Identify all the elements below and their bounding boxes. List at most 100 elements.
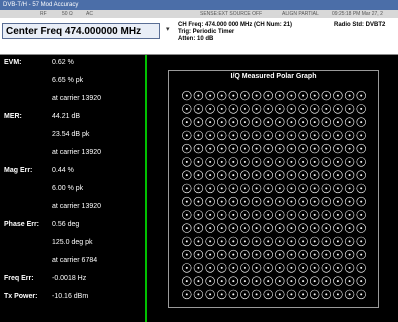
constellation-point xyxy=(267,160,270,163)
constellation-point xyxy=(267,240,270,243)
constellation-point xyxy=(360,240,363,243)
constellation-point xyxy=(209,293,212,296)
constellation-point xyxy=(220,134,223,137)
center-freq-field[interactable]: Center Freq 474.000000 MHz xyxy=(2,23,160,39)
constellation-point xyxy=(290,187,293,190)
constellation-point xyxy=(278,160,281,163)
constellation-point xyxy=(255,147,258,150)
constellation-point xyxy=(325,160,328,163)
constellation-point xyxy=(232,134,235,137)
status-rf: RF xyxy=(40,11,47,17)
constellation-point xyxy=(290,293,293,296)
status-datetime: 09:25:18 PM Mar 27, 2 xyxy=(332,11,383,17)
chevron-down-icon[interactable]: ▾ xyxy=(166,26,174,34)
metric-row: 125.0 deg pk xyxy=(0,236,145,250)
constellation-point xyxy=(243,280,246,283)
constellation-point xyxy=(348,107,351,110)
constellation-point xyxy=(185,213,188,216)
constellation-point xyxy=(255,187,258,190)
constellation-point xyxy=(290,107,293,110)
metrics-panel[interactable]: EVM: 0.62 % 6.65 % pk at carrier 13920 ME… xyxy=(0,55,147,322)
constellation-point xyxy=(255,134,258,137)
metric-value: 44.21 dB xyxy=(52,113,81,120)
constellation-point xyxy=(220,293,223,296)
constellation-point xyxy=(232,227,235,230)
polar-graph[interactable]: I/Q Measured Polar Graph xyxy=(168,70,379,308)
constellation-point xyxy=(302,94,305,97)
constellation-point xyxy=(348,240,351,243)
constellation-point xyxy=(325,94,328,97)
constellation-point xyxy=(232,121,235,124)
constellation-point xyxy=(348,174,351,177)
constellation-point xyxy=(290,121,293,124)
metric-value: at carrier 13920 xyxy=(52,149,102,156)
constellation-point xyxy=(255,94,258,97)
metric-row: EVM: 0.62 % xyxy=(0,56,145,70)
constellation-point xyxy=(278,187,281,190)
constellation-point xyxy=(360,213,363,216)
constellation-point xyxy=(197,174,200,177)
status-coupling: AC xyxy=(86,11,93,17)
constellation-point xyxy=(325,293,328,296)
constellation-point xyxy=(360,200,363,203)
constellation-point xyxy=(336,107,339,110)
constellation-point xyxy=(267,134,270,137)
metric-value: at carrier 6784 xyxy=(52,257,98,264)
graph-title: I/Q Measured Polar Graph xyxy=(230,73,317,80)
constellation-point xyxy=(302,227,305,230)
constellation-point xyxy=(197,147,200,150)
channel-info: CH Freq: 474.000 000 MHz (CH Num: 21) Tr… xyxy=(178,22,292,43)
constellation-point xyxy=(255,107,258,110)
constellation-point xyxy=(360,187,363,190)
constellation-point xyxy=(255,160,258,163)
metric-row: MER: 44.21 dB xyxy=(0,110,145,124)
constellation-point xyxy=(197,240,200,243)
constellation-point xyxy=(209,94,212,97)
constellation-point xyxy=(325,240,328,243)
metric-row: at carrier 13920 xyxy=(0,200,145,214)
metric-row: at carrier 13920 xyxy=(0,146,145,160)
constellation-point xyxy=(313,94,316,97)
constellation-point xyxy=(255,121,258,124)
constellation-point xyxy=(267,280,270,283)
constellation-point xyxy=(336,174,339,177)
constellation-point xyxy=(232,174,235,177)
iq-constellation-plot[interactable] xyxy=(181,89,367,301)
constellation-point xyxy=(313,134,316,137)
constellation-point xyxy=(243,293,246,296)
constellation-point xyxy=(348,280,351,283)
constellation-point xyxy=(302,253,305,256)
constellation-point xyxy=(360,160,363,163)
constellation-point xyxy=(290,213,293,216)
constellation-point xyxy=(336,213,339,216)
constellation-point xyxy=(302,107,305,110)
constellation-point xyxy=(278,213,281,216)
metric-row: at carrier 6784 xyxy=(0,254,145,268)
constellation-point xyxy=(348,147,351,150)
constellation-point xyxy=(185,121,188,124)
constellation-point xyxy=(209,280,212,283)
constellation-point xyxy=(209,107,212,110)
constellation-point xyxy=(348,187,351,190)
constellation-point xyxy=(267,94,270,97)
constellation-point xyxy=(360,174,363,177)
polar-graph-window[interactable]: I/Q Measured Polar Graph xyxy=(148,55,398,322)
constellation-point xyxy=(336,147,339,150)
constellation-point xyxy=(278,174,281,177)
status-align: ALIGN PARTIAL xyxy=(282,11,319,17)
constellation-point xyxy=(278,121,281,124)
constellation-point xyxy=(197,160,200,163)
constellation-point xyxy=(243,134,246,137)
metric-value: 6.65 % pk xyxy=(52,77,84,84)
constellation-point xyxy=(325,213,328,216)
constellation-point xyxy=(209,187,212,190)
constellation-point xyxy=(255,227,258,230)
constellation-point xyxy=(220,160,223,163)
constellation-point xyxy=(348,266,351,269)
constellation-point xyxy=(220,280,223,283)
constellation-point xyxy=(209,227,212,230)
constellation-point xyxy=(185,253,188,256)
constellation-point xyxy=(278,200,281,203)
constellation-point xyxy=(325,107,328,110)
constellation-point xyxy=(290,266,293,269)
